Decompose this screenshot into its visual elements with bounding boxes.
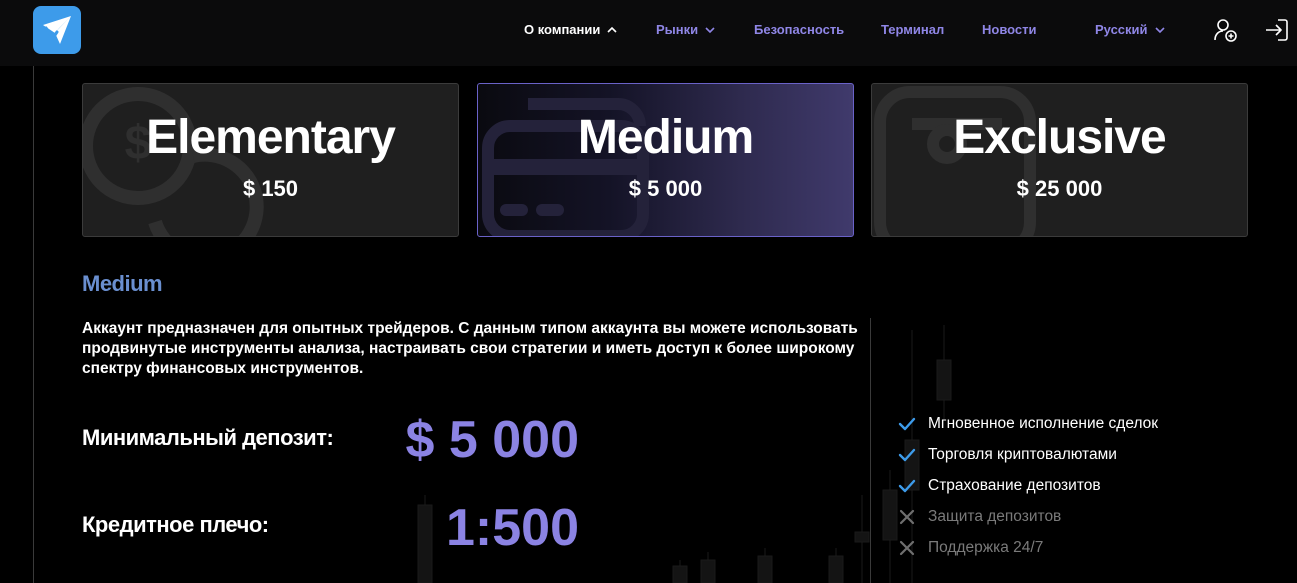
- left-border: [33, 66, 34, 583]
- plan-price: $ 150: [242, 176, 299, 201]
- plan-card-exclusive[interactable]: Exclusive $ 25 000: [871, 83, 1248, 237]
- nav-terminal-label: Терминал: [881, 22, 945, 37]
- check-icon: [898, 448, 916, 461]
- nav-security-label: Безопасность: [754, 22, 845, 37]
- nav-terminal[interactable]: Терминал: [881, 22, 944, 37]
- feature-label: Страхование депозитов: [928, 476, 1101, 494]
- leverage-value: 1:500: [446, 499, 579, 557]
- feature-list: Мгновенное исполнение сделок Торговля кр…: [898, 408, 1158, 563]
- nav-about[interactable]: О компании: [524, 22, 618, 37]
- feature-item: Страхование депозитов: [898, 470, 1158, 501]
- cross-icon: [899, 509, 915, 524]
- language-select[interactable]: Русский: [1095, 22, 1166, 37]
- plan-card-medium[interactable]: Medium $ 5 000: [477, 83, 854, 237]
- check-icon: [898, 479, 916, 492]
- plan-price: $ 5 000: [628, 176, 703, 201]
- plan-name: Elementary: [146, 111, 396, 164]
- plan-details-title: Medium: [82, 271, 163, 296]
- nav-news-label: Новости: [982, 22, 1037, 37]
- nav-news[interactable]: Новости: [982, 22, 1037, 37]
- cross-icon: [899, 540, 915, 555]
- plan-name: Exclusive: [953, 111, 1166, 164]
- chevron-down-icon: [1154, 26, 1165, 33]
- min-deposit-label: Минимальный депозит:: [82, 425, 334, 450]
- language-label: Русский: [1095, 22, 1148, 37]
- paper-plane-check-icon: [43, 16, 71, 44]
- chevron-up-icon: [607, 26, 617, 33]
- feature-label: Торговля криптовалютами: [928, 445, 1117, 463]
- feature-item: Поддержка 24/7: [898, 532, 1158, 563]
- nav-markets-label: Рынки: [656, 22, 699, 37]
- min-deposit-value: $ 5 000: [405, 411, 580, 469]
- feature-item: Защита депозитов: [898, 501, 1158, 532]
- check-icon: [898, 417, 916, 430]
- feature-item: Торговля криптовалютами: [898, 439, 1158, 470]
- nav-about-label: О компании: [524, 22, 601, 37]
- plan-name: Medium: [577, 111, 754, 164]
- nav-markets[interactable]: Рынки: [656, 22, 716, 37]
- plan-description: Аккаунт предназначен для опытных трейдер…: [82, 320, 858, 377]
- feature-label: Поддержка 24/7: [928, 538, 1044, 556]
- plan-price: $ 25 000: [1016, 176, 1103, 201]
- vertical-divider: [870, 318, 871, 583]
- nav-security[interactable]: Безопасность: [754, 22, 844, 37]
- plan-card-elementary[interactable]: $ Elementary $ 150: [82, 83, 459, 237]
- feature-item: Мгновенное исполнение сделок: [898, 408, 1158, 439]
- login-icon[interactable]: [1264, 17, 1290, 43]
- top-navbar: О компании Рынки Безопасность Терминал Н…: [0, 0, 1297, 66]
- logo[interactable]: [33, 6, 81, 54]
- leverage-label: Кредитное плечо:: [82, 512, 269, 537]
- feature-label: Защита депозитов: [928, 507, 1062, 525]
- user-add-icon[interactable]: [1212, 17, 1238, 43]
- feature-label: Мгновенное исполнение сделок: [928, 414, 1159, 432]
- chevron-down-icon: [705, 26, 715, 33]
